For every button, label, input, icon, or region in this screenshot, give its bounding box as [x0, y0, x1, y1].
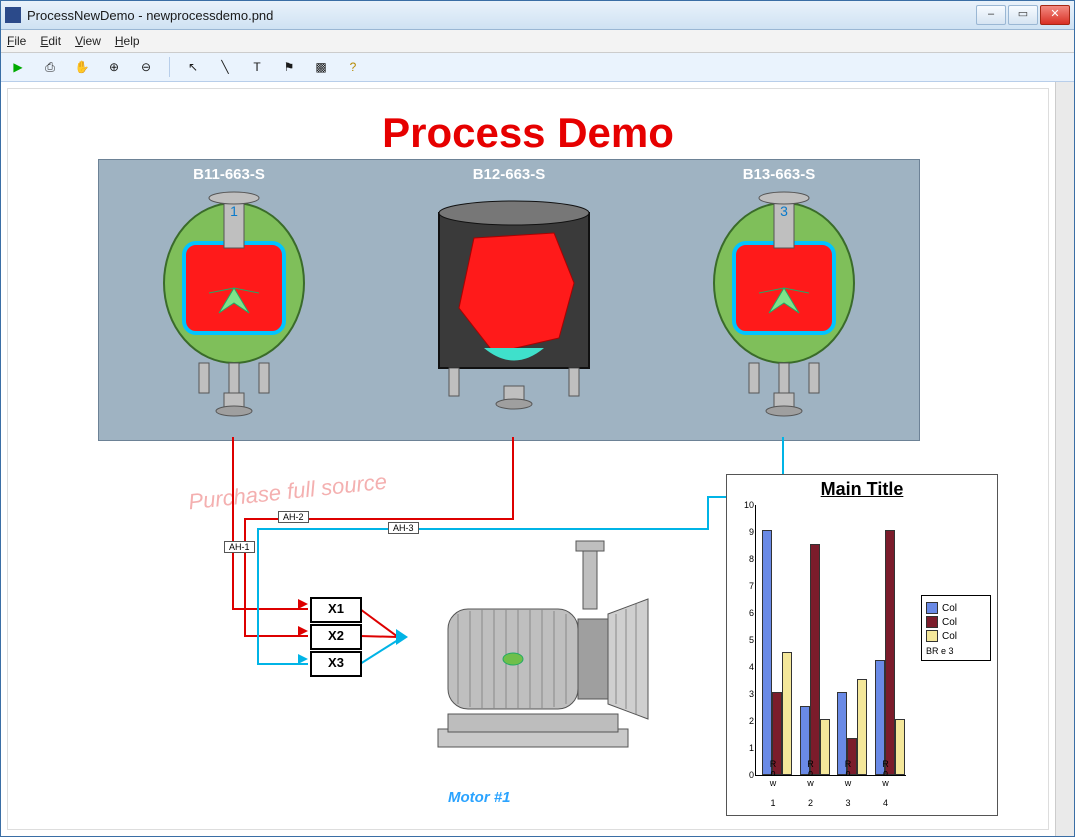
- tank-2[interactable]: [409, 188, 619, 418]
- minimize-button[interactable]: –: [976, 5, 1006, 25]
- canvas[interactable]: Process Demo Purchase full source B11-66…: [7, 88, 1049, 830]
- toolbar: ▶ ⎙ ✋ ⊕ ⊖ ↖ ╲ T ⚑ ▩ ?: [1, 53, 1074, 82]
- page-title: Process Demo: [8, 109, 1048, 157]
- menubar: File Edit View Help: [1, 30, 1074, 53]
- app-window: ProcessNewDemo - newprocessdemo.pnd – ▭ …: [0, 0, 1075, 837]
- text-icon[interactable]: T: [246, 56, 268, 78]
- xbox-3[interactable]: X3: [310, 651, 362, 677]
- xbox-1[interactable]: X1: [310, 597, 362, 623]
- flags-icon[interactable]: ⚑: [278, 56, 300, 78]
- tank-3[interactable]: 3: [699, 188, 869, 418]
- tank-label-2: B12-663-S: [409, 166, 609, 183]
- chart[interactable]: Main Title 012345678910Row1Row2Row3Row4 …: [726, 474, 998, 816]
- help-icon[interactable]: ?: [342, 56, 364, 78]
- chart-icon[interactable]: ▩: [310, 56, 332, 78]
- tank-badge-1: 1: [230, 203, 238, 219]
- menu-file[interactable]: File: [7, 34, 26, 48]
- tank-label-3: B13-663-S: [679, 166, 879, 183]
- print-icon[interactable]: ⎙: [39, 56, 61, 78]
- menu-view[interactable]: View: [75, 34, 101, 48]
- close-button[interactable]: ✕: [1040, 5, 1070, 25]
- line-icon[interactable]: ╲: [214, 56, 236, 78]
- pipe-label-ah1: AH-1: [224, 541, 255, 553]
- menu-edit[interactable]: Edit: [40, 34, 61, 48]
- xbox-2[interactable]: X2: [310, 624, 362, 650]
- run-icon[interactable]: ▶: [7, 56, 29, 78]
- titlebar: ProcessNewDemo - newprocessdemo.pnd – ▭ …: [1, 1, 1074, 30]
- tank-badge-3: 3: [780, 203, 788, 219]
- pointer-icon[interactable]: ↖: [182, 56, 204, 78]
- canvas-wrap: Process Demo Purchase full source B11-66…: [1, 82, 1074, 836]
- tank-panel: B11-663-S 1: [98, 159, 920, 441]
- zoom-in-icon[interactable]: ⊕: [103, 56, 125, 78]
- motor-label: Motor #1: [448, 789, 511, 806]
- watermark: Purchase full source: [187, 469, 388, 516]
- chart-title: Main Title: [727, 479, 997, 500]
- zoom-out-icon[interactable]: ⊖: [135, 56, 157, 78]
- pipe-label-ah2: AH-2: [278, 511, 309, 523]
- app-icon: [5, 7, 21, 23]
- tank-label-1: B11-663-S: [129, 166, 329, 183]
- window-title: ProcessNewDemo - newprocessdemo.pnd: [27, 8, 976, 23]
- chart-legend: ColColColBR e 3: [921, 595, 991, 661]
- vertical-scrollbar[interactable]: [1055, 82, 1074, 836]
- motor[interactable]: [408, 519, 678, 782]
- menu-help[interactable]: Help: [115, 34, 140, 48]
- chart-plot: 012345678910Row1Row2Row3Row4: [755, 505, 906, 776]
- maximize-button[interactable]: ▭: [1008, 5, 1038, 25]
- tank-1[interactable]: 1: [149, 188, 319, 418]
- hand-icon[interactable]: ✋: [71, 56, 93, 78]
